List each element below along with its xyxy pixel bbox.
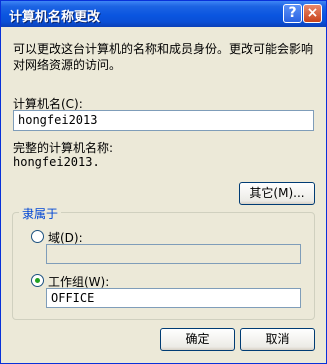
window-title: 计算机名称更改 <box>9 10 101 25</box>
domain-radio[interactable] <box>31 230 44 243</box>
workgroup-radio[interactable] <box>31 274 44 287</box>
help-button[interactable]: ? <box>283 4 302 23</box>
domain-input[interactable] <box>46 244 301 264</box>
full-name-value: hongfei2013. <box>13 155 100 169</box>
computer-name-input[interactable]: hongfei2013 <box>13 110 314 131</box>
dialog-window: 计算机名称更改 ? × 可以更改这台计算机的名称和成员身份。更改可能会影响 对网… <box>0 0 327 364</box>
cancel-button[interactable]: 取消 <box>240 328 315 351</box>
title-bar[interactable]: 计算机名称更改 ? × <box>1 1 326 27</box>
other-button[interactable]: 其它(M)... <box>239 182 315 205</box>
workgroup-input[interactable]: OFFICE <box>46 288 301 308</box>
selected-dot-icon <box>35 278 40 283</box>
ok-button[interactable]: 确定 <box>160 328 235 351</box>
full-name-label: 完整的计算机名称: <box>13 141 114 155</box>
intro-text-line1: 可以更改这台计算机的名称和成员身份。更改可能会影响 <box>13 42 314 56</box>
member-of-title: 隶属于 <box>19 205 62 222</box>
close-button[interactable]: × <box>303 4 322 23</box>
intro-text-line2: 对网络资源的访问。 <box>13 58 122 72</box>
